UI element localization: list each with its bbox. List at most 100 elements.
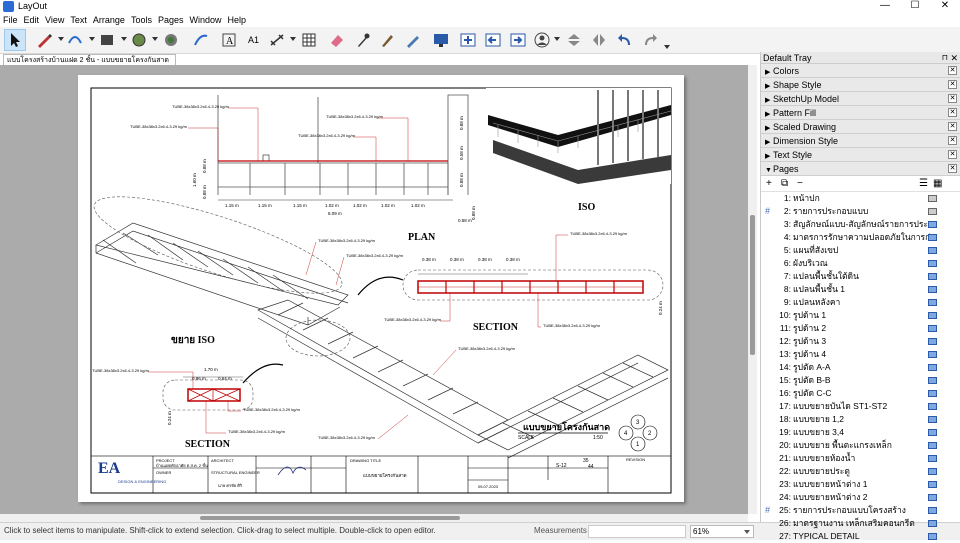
page-list-item[interactable]: 19: แบบขยาย 3,4 <box>761 426 960 439</box>
horizontal-scroll-thumb[interactable] <box>200 516 460 520</box>
menu-window[interactable]: Window <box>186 14 224 27</box>
line-tool-button[interactable] <box>33 29 55 51</box>
monitor-icon[interactable] <box>928 195 937 202</box>
menu-help[interactable]: Help <box>225 14 250 27</box>
page-list-item[interactable]: 26: มาตรฐานงาน เหล็กเสริมคอนกรีต <box>761 517 960 530</box>
undo-button[interactable] <box>614 29 636 51</box>
page-list-item[interactable]: 20: แบบขยาย พื้นตะแกรงเหล็ก <box>761 439 960 452</box>
monitor-icon[interactable] <box>928 273 937 280</box>
presentation-button[interactable] <box>430 29 452 51</box>
monitor-icon[interactable] <box>928 533 937 540</box>
table-tool-button[interactable] <box>298 29 320 51</box>
next-page-button[interactable] <box>507 29 529 51</box>
page-list-item[interactable]: 27: TYPICAL DETAIL <box>761 530 960 543</box>
page-list-item[interactable]: 6: ผังบริเวณ <box>761 257 960 270</box>
page-list-item[interactable]: 8: แปลนพื้นชั้น 1 <box>761 283 960 296</box>
page-list-item[interactable]: 3: สัญลักษณ์แบบ-สัญลักษณ์รายการประกอ <box>761 218 960 231</box>
menu-tools[interactable]: Tools <box>128 14 155 27</box>
polygon-tool-button[interactable] <box>160 29 182 51</box>
tray-section-dimension-style[interactable]: ▶ Dimension Style ✕ <box>761 134 960 148</box>
duplicate-page-icon[interactable]: ⧉ <box>781 178 788 189</box>
page-list-item[interactable]: 16: รูปตัด C-C <box>761 387 960 400</box>
previous-page-button[interactable] <box>482 29 504 51</box>
offset-tool-button[interactable] <box>190 29 212 51</box>
monitor-icon[interactable] <box>928 286 937 293</box>
page-list-item[interactable]: 15: รูปตัด B-B <box>761 374 960 387</box>
monitor-icon[interactable] <box>928 247 937 254</box>
monitor-icon[interactable] <box>928 338 937 345</box>
page-list-item[interactable]: 5: แผนที่สังเขป <box>761 244 960 257</box>
menu-arrange[interactable]: Arrange <box>90 14 128 27</box>
vertical-scroll-thumb[interactable] <box>750 215 755 355</box>
monitor-icon[interactable] <box>928 208 937 215</box>
tray-section-colors[interactable]: ▶ Colors ✕ <box>761 64 960 78</box>
monitor-icon[interactable] <box>928 416 937 423</box>
page-list-item[interactable]: 23: แบบขยายหน้าต่าง 1 <box>761 478 960 491</box>
monitor-icon[interactable] <box>928 507 937 514</box>
chevron-down-icon[interactable] <box>290 37 296 41</box>
eraser-tool-button[interactable] <box>326 29 348 51</box>
menu-view[interactable]: View <box>42 14 67 27</box>
minimize-button[interactable]: — <box>870 0 900 14</box>
monitor-icon[interactable] <box>928 364 937 371</box>
close-window-button[interactable]: ✕ <box>930 0 960 14</box>
add-page-button[interactable] <box>457 29 479 51</box>
page-list-item[interactable]: 21: แบบขยายห้องน้ำ <box>761 452 960 465</box>
menu-file[interactable]: File <box>0 14 21 27</box>
select-tool-button[interactable] <box>4 29 26 51</box>
delete-page-icon[interactable]: − <box>797 178 803 189</box>
tray-section-shape-style[interactable]: ▶ Shape Style ✕ <box>761 78 960 92</box>
page-list-item[interactable]: 17: แบบขยายบันได ST1-ST2 <box>761 400 960 413</box>
page-list-item[interactable]: #25: รายการประกอบแบบโครงสร้าง <box>761 504 960 517</box>
chevron-down-icon[interactable] <box>89 37 95 41</box>
tray-section-sketchup-model[interactable]: ▶ SketchUp Model ✕ <box>761 92 960 106</box>
menu-edit[interactable]: Edit <box>21 14 43 27</box>
chevron-down-icon[interactable] <box>121 37 127 41</box>
page-list-item[interactable]: 1: หน้าปก <box>761 192 960 205</box>
toolbar-overflow-icon[interactable] <box>664 45 670 49</box>
flip-vertical-button[interactable] <box>563 29 585 51</box>
circle-tool-button[interactable] <box>128 29 150 51</box>
account-button[interactable] <box>531 29 553 51</box>
monitor-icon[interactable] <box>928 468 937 475</box>
list-view-icon[interactable]: ☰ <box>919 178 928 189</box>
tray-section-pages[interactable]: ▼Pages ✕ <box>761 162 960 176</box>
tray-close-icon[interactable]: ✕ <box>950 52 958 64</box>
close-icon[interactable]: ✕ <box>948 80 957 89</box>
monitor-icon[interactable] <box>928 325 937 332</box>
chevron-down-icon[interactable] <box>152 37 158 41</box>
page-list-item[interactable]: 7: แปลนพื้นชั้นใต้ดิน <box>761 270 960 283</box>
drawing-canvas[interactable]: 1.15 m 1.15 m 1.15 m 1.02 m 1.02 m 1.02 … <box>0 65 748 515</box>
page-list-item[interactable]: 18: แบบขยาย 1,2 <box>761 413 960 426</box>
tray-section-pattern-fill[interactable]: ▶ Pattern Fill ✕ <box>761 106 960 120</box>
monitor-icon[interactable] <box>928 429 937 436</box>
pin-icon[interactable]: ⊓ <box>942 52 948 64</box>
monitor-icon[interactable] <box>928 403 937 410</box>
dimension-tool-button[interactable] <box>266 29 288 51</box>
close-icon[interactable]: ✕ <box>948 122 957 131</box>
grid-view-icon[interactable]: ▦ <box>933 178 942 189</box>
monitor-icon[interactable] <box>928 234 937 241</box>
redo-button[interactable] <box>639 29 661 51</box>
monitor-icon[interactable] <box>928 312 937 319</box>
monitor-icon[interactable] <box>928 351 937 358</box>
page-list-item[interactable]: 24: แบบขยายหน้าต่าง 2 <box>761 491 960 504</box>
flip-horizontal-button[interactable] <box>588 29 610 51</box>
monitor-icon[interactable] <box>928 221 937 228</box>
add-page-icon[interactable]: + <box>766 178 772 189</box>
monitor-icon[interactable] <box>928 377 937 384</box>
monitor-icon[interactable] <box>928 442 937 449</box>
close-icon[interactable]: ✕ <box>948 136 957 145</box>
tray-section-text-style[interactable]: ▶ Text Style ✕ <box>761 148 960 162</box>
close-icon[interactable]: ✕ <box>948 164 957 173</box>
page-list-item[interactable]: 9: แปลนหลังคา <box>761 296 960 309</box>
close-icon[interactable]: ✕ <box>948 108 957 117</box>
monitor-icon[interactable] <box>928 494 937 501</box>
text-tool-button[interactable]: A <box>218 29 240 51</box>
label-tool-button[interactable]: A1 <box>243 29 265 51</box>
chevron-down-icon[interactable] <box>554 37 560 41</box>
close-icon[interactable]: ✕ <box>948 66 957 75</box>
measurements-field[interactable] <box>588 525 686 538</box>
page-list-item[interactable]: 4: มาตรการรักษาความปลอดภัยในการก่อ <box>761 231 960 244</box>
menu-pages[interactable]: Pages <box>155 14 187 27</box>
